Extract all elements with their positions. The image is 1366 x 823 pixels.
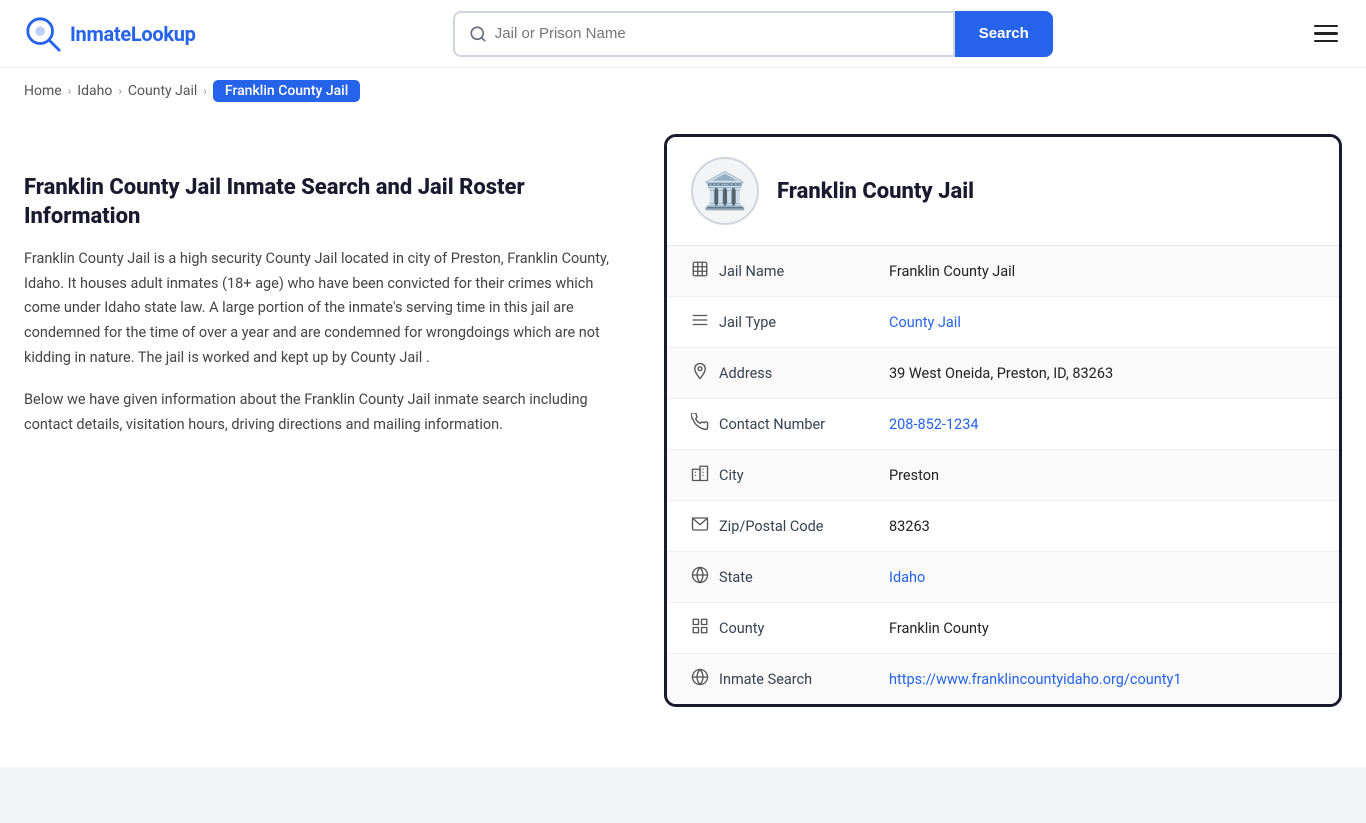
info-label-2: Address [719, 365, 889, 382]
breadcrumb-current: Franklin County Jail [213, 80, 360, 102]
page-title: Franklin County Jail Inmate Search and J… [24, 174, 624, 231]
hamburger-line-1 [1314, 25, 1338, 28]
info-value-0: Franklin County Jail [889, 263, 1015, 280]
building-icon: 🏛️ [703, 170, 748, 212]
info-row-contact-number: Contact Number208-852-1234 [667, 399, 1339, 450]
search-button[interactable]: Search [955, 11, 1053, 57]
info-row-jail-name: Jail NameFranklin County Jail [667, 246, 1339, 297]
info-label-3: Contact Number [719, 416, 889, 433]
card-jail-name: Franklin County Jail [777, 179, 974, 204]
search-wrapper [453, 11, 955, 57]
logo-icon [24, 15, 62, 53]
info-label-7: County [719, 620, 889, 637]
state-icon [691, 566, 719, 588]
info-value-3[interactable]: 208-852-1234 [889, 416, 979, 433]
description-paragraph-2: Below we have given information about th… [24, 388, 624, 437]
info-link-3[interactable]: 208-852-1234 [889, 416, 979, 433]
info-link-8[interactable]: https://www.franklincountyidaho.org/coun… [889, 671, 1182, 688]
description-paragraph-1: Franklin County Jail is a high security … [24, 247, 624, 370]
info-label-5: Zip/Postal Code [719, 518, 889, 535]
search-icon [469, 25, 487, 43]
info-row-inmate-search: Inmate Searchhttps://www.franklincountyi… [667, 654, 1339, 704]
info-label-8: Inmate Search [719, 671, 889, 688]
city-icon [691, 464, 719, 486]
breadcrumb-state[interactable]: Idaho [77, 83, 112, 99]
zip-icon [691, 515, 719, 537]
address-icon [691, 362, 719, 384]
main-content: Franklin County Jail Inmate Search and J… [0, 114, 1366, 727]
chevron-icon-2: › [118, 84, 122, 98]
breadcrumb: Home › Idaho › County Jail › Franklin Co… [0, 68, 1366, 114]
globe-icon [691, 668, 719, 690]
chevron-icon-1: › [68, 84, 72, 98]
left-column: Franklin County Jail Inmate Search and J… [24, 134, 664, 438]
menu-button[interactable] [1310, 21, 1342, 47]
info-row-jail-type: Jail TypeCounty Jail [667, 297, 1339, 348]
jail-icon [691, 260, 719, 282]
info-row-county: CountyFranklin County [667, 603, 1339, 654]
logo-text: InmateLookup [70, 22, 196, 46]
info-label-6: State [719, 569, 889, 586]
info-link-1[interactable]: County Jail [889, 314, 961, 331]
breadcrumb-jail-type[interactable]: County Jail [128, 83, 197, 99]
hamburger-line-3 [1314, 40, 1338, 43]
card-header: 🏛️ Franklin County Jail [667, 137, 1339, 246]
info-value-2: 39 West Oneida, Preston, ID, 83263 [889, 365, 1113, 382]
right-column: 🏛️ Franklin County Jail Jail NameFrankli… [664, 134, 1342, 707]
info-value-8[interactable]: https://www.franklincountyidaho.org/coun… [889, 671, 1182, 688]
phone-icon [691, 413, 719, 435]
footer-bar [0, 767, 1366, 823]
info-link-6[interactable]: Idaho [889, 569, 925, 586]
search-area: Search [453, 11, 1053, 57]
jail-card: 🏛️ Franklin County Jail Jail NameFrankli… [664, 134, 1342, 707]
info-row-address: Address39 West Oneida, Preston, ID, 8326… [667, 348, 1339, 399]
info-value-1[interactable]: County Jail [889, 314, 961, 331]
info-value-7: Franklin County [889, 620, 989, 637]
info-label-1: Jail Type [719, 314, 889, 331]
info-row-city: CityPreston [667, 450, 1339, 501]
county-icon [691, 617, 719, 639]
type-icon [691, 311, 719, 333]
info-row-zip/postal-code: Zip/Postal Code83263 [667, 501, 1339, 552]
logo[interactable]: InmateLookup [24, 15, 196, 53]
info-row-state: StateIdaho [667, 552, 1339, 603]
info-label-4: City [719, 467, 889, 484]
info-label-0: Jail Name [719, 263, 889, 280]
jail-avatar: 🏛️ [691, 157, 759, 225]
info-value-6[interactable]: Idaho [889, 569, 925, 586]
info-table: Jail NameFranklin County JailJail TypeCo… [667, 246, 1339, 704]
search-input[interactable] [495, 25, 939, 42]
info-value-4: Preston [889, 467, 939, 484]
chevron-icon-3: › [203, 84, 207, 98]
header: InmateLookup Search [0, 0, 1366, 68]
breadcrumb-home[interactable]: Home [24, 83, 62, 99]
hamburger-line-2 [1314, 32, 1338, 35]
info-value-5: 83263 [889, 518, 930, 535]
